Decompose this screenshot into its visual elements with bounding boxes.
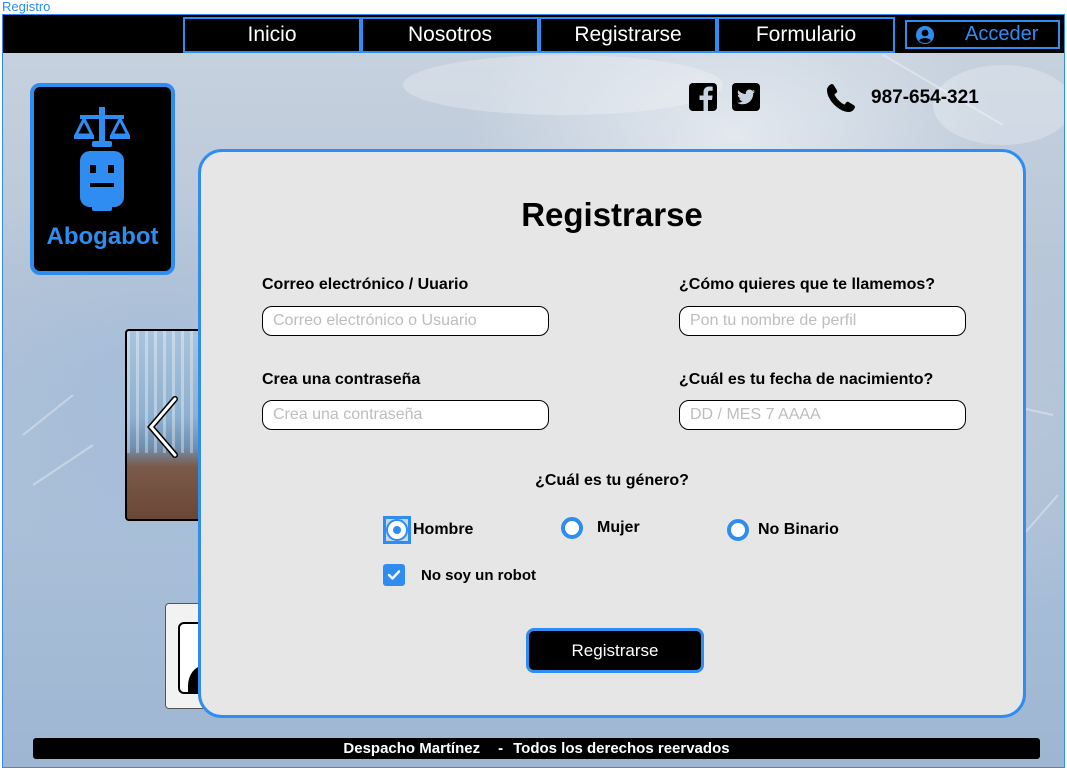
submit-label: Registrarse (571, 640, 659, 660)
phone-number: 987-654-321 (871, 87, 979, 108)
nav-item-label: Registrarse (574, 23, 682, 46)
captcha-checkbox[interactable]: No soy un robot (383, 564, 536, 586)
nav-item-label: Nosotros (407, 23, 493, 46)
gender-option-label: Mujer (597, 519, 640, 536)
gender-radio-mujer[interactable]: Mujer (561, 517, 640, 539)
form-title: Registrarse (521, 196, 703, 233)
user-circle-icon (916, 25, 934, 44)
nav-item-label: Formulario (755, 23, 857, 46)
phone-icon (827, 84, 855, 112)
register-submit-button[interactable]: Registrarse (526, 628, 704, 673)
register-form-panel: Registrarse Correo electrónico / Uuario … (198, 149, 1026, 718)
gender-option-label: No Binario (758, 521, 839, 538)
checkbox-box (383, 564, 405, 586)
scales-robot-icon (74, 107, 130, 211)
captcha-label: No soy un robot (421, 566, 536, 584)
password-label: Crea una contraseña (262, 371, 421, 388)
page-frame: Inicio Nosotros Registrarse Formulario A… (2, 14, 1065, 768)
nav-item-registrarse[interactable]: Registrarse (539, 17, 717, 53)
top-navbar: Inicio Nosotros Registrarse Formulario A… (3, 15, 1064, 53)
chevron-left-icon[interactable] (147, 395, 179, 459)
login-button[interactable]: Acceder (905, 20, 1060, 49)
email-label: Correo electrónico / Uuario (262, 276, 469, 293)
footer-bar: Despacho Martínez - Todos los derechos r… (33, 738, 1040, 759)
birthdate-field[interactable] (679, 400, 966, 430)
brand-name: Abogabot (46, 223, 159, 250)
password-field[interactable] (262, 400, 549, 430)
gender-option-label: Hombre (413, 521, 474, 538)
frame-label: Registro (2, 0, 51, 14)
brand-logo[interactable]: Abogabot (30, 83, 175, 275)
nav-item-inicio[interactable]: Inicio (183, 17, 361, 53)
birthdate-label: ¿Cuál es tu fecha de nacimiento? (679, 371, 934, 388)
login-label: Acceder (965, 23, 1039, 45)
footer-rights: Todos los derechos reervados (513, 740, 730, 757)
radio-dot (561, 517, 583, 539)
nav-item-label: Inicio (247, 23, 297, 46)
radio-dot (727, 519, 749, 541)
email-field[interactable] (262, 306, 549, 336)
facebook-icon[interactable] (689, 83, 717, 111)
check-icon (387, 570, 401, 580)
radio-dot (386, 519, 408, 541)
twitter-icon[interactable] (732, 83, 760, 111)
footer-separator: - (498, 740, 504, 757)
gender-question: ¿Cuál es tu género? (535, 472, 689, 489)
footer-owner: Despacho Martínez (343, 740, 481, 757)
gender-radio-hombre[interactable]: Hombre (383, 516, 473, 544)
nickname-field[interactable] (679, 306, 966, 336)
nickname-label: ¿Cómo quieres que te llamemos? (679, 276, 936, 293)
nav-item-formulario[interactable]: Formulario (717, 17, 895, 53)
gender-radio-no-binario[interactable]: No Binario (727, 519, 839, 541)
nav-item-nosotros[interactable]: Nosotros (361, 17, 539, 53)
radio-selected-indicator (383, 516, 411, 544)
